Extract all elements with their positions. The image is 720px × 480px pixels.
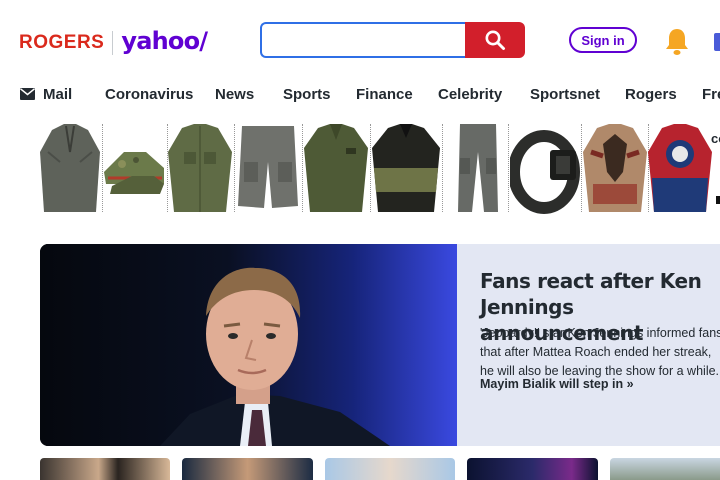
nav-item-sportsnet[interactable]: Sportsnet: [530, 86, 600, 103]
product-image-cargo-pants[interactable]: [450, 122, 506, 214]
ad-side-marker: [716, 196, 720, 204]
product-image-cargo-shorts[interactable]: [236, 122, 300, 214]
product-separator: [581, 124, 582, 212]
product-image-henley-shirt[interactable]: [40, 122, 100, 214]
product-image-olive-shirt[interactable]: [168, 122, 232, 214]
search-icon: [485, 30, 505, 50]
product-image-two-tone-polo[interactable]: [372, 122, 440, 214]
product-separator: [370, 124, 371, 212]
product-ad-strip: [40, 122, 720, 214]
product-separator: [302, 124, 303, 212]
hero-description: 'Jeopardy!' star Ken Jennings informed f…: [480, 326, 720, 378]
story-thumbnail[interactable]: [40, 458, 170, 480]
product-separator: [442, 124, 443, 212]
logo-divider: [112, 31, 114, 55]
story-thumbnail[interactable]: [182, 458, 313, 480]
story-thumbnail[interactable]: [467, 458, 598, 480]
notification-bell-icon[interactable]: [663, 27, 691, 57]
sign-in-button[interactable]: Sign in: [569, 27, 637, 53]
hero-related-link[interactable]: Mayim Bialik will step in »: [480, 377, 634, 391]
product-image-tactical-belt[interactable]: [510, 122, 580, 214]
rogers-logo-text: ROGERS: [19, 32, 105, 53]
product-separator: [508, 124, 509, 212]
mail-icon: [20, 88, 35, 100]
main-nav: Mail Coronavirus News Sports Finance Cel…: [0, 80, 720, 110]
product-image-camo-shoes[interactable]: [102, 122, 166, 214]
header: ROGERS yahoo/ Sign in: [0, 0, 720, 80]
nav-item-coronavirus[interactable]: Coronavirus: [105, 86, 193, 103]
product-image-green-polo[interactable]: [304, 122, 368, 214]
story-thumbnail[interactable]: [325, 458, 455, 480]
yahoo-logo-text: yahoo/: [121, 27, 208, 55]
nav-item-finance[interactable]: Finance: [356, 86, 413, 103]
rogers-yahoo-logo[interactable]: ROGERS yahoo/: [19, 27, 208, 58]
product-image-eagle-flag-shirt[interactable]: [583, 122, 647, 214]
story-thumbnail-row: [40, 458, 720, 480]
nav-item-sports[interactable]: Sports: [283, 86, 331, 103]
ad-side-text: co: [711, 131, 720, 146]
search-button[interactable]: [465, 22, 525, 58]
hero-text-panel: Fans react after Ken Jennings announceme…: [457, 244, 720, 446]
nav-item-free[interactable]: Fre: [702, 86, 720, 103]
story-thumbnail[interactable]: [610, 458, 720, 480]
search-bar: [260, 22, 525, 58]
nav-item-mail[interactable]: Mail: [43, 86, 72, 103]
nav-item-celebrity[interactable]: Celebrity: [438, 86, 502, 103]
product-separator: [234, 124, 235, 212]
hero-image-ken-jennings: [40, 244, 457, 446]
nav-item-rogers[interactable]: Rogers: [625, 86, 677, 103]
yahoo-app-icon[interactable]: [714, 33, 720, 51]
search-input[interactable]: [260, 22, 465, 58]
hero-story-card[interactable]: Fans react after Ken Jennings announceme…: [40, 244, 720, 446]
nav-item-news[interactable]: News: [215, 86, 254, 103]
product-image-usa-shirt[interactable]: [648, 122, 712, 214]
